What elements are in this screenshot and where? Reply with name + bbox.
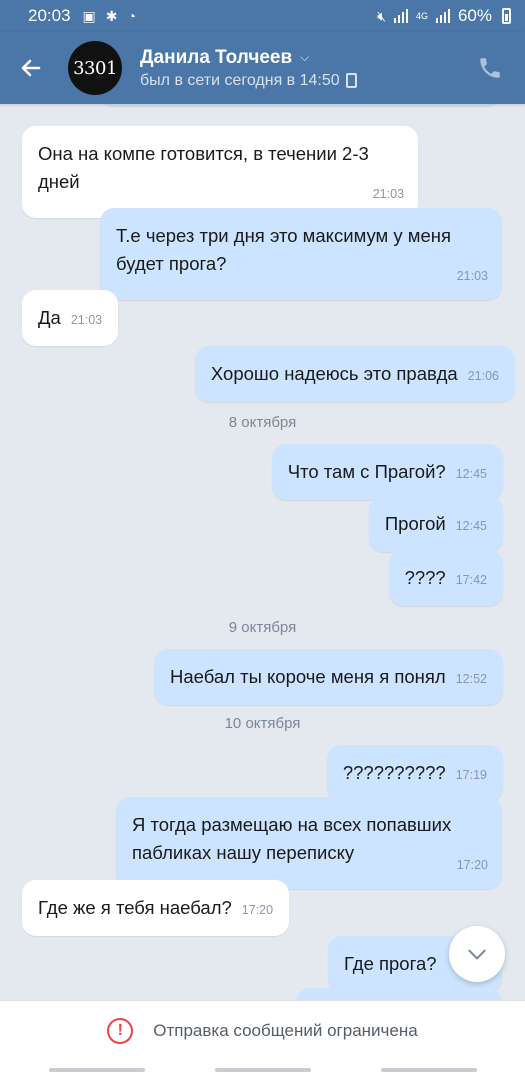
back-button[interactable] bbox=[0, 32, 62, 104]
chevron-down-icon bbox=[468, 949, 486, 960]
warning-circle-icon: ! bbox=[107, 1018, 134, 1044]
message-text: Где прога? bbox=[344, 953, 437, 974]
nav-back-handle[interactable] bbox=[48, 1068, 145, 1072]
message-bubble[interactable]: Она на компе готовится, в течении 2-3 дн… bbox=[22, 126, 418, 218]
message-text: Где же я тебя наебал? bbox=[38, 897, 232, 918]
message-text: Что там с Прагой? bbox=[287, 461, 446, 482]
nav-recent-handle[interactable] bbox=[380, 1068, 477, 1072]
arrow-left-icon bbox=[21, 59, 41, 77]
message-text: Наебал ты короче меня я понял bbox=[169, 666, 446, 687]
message-bubble[interactable]: Хорошо надеюсь это правда 21:06 bbox=[194, 346, 515, 402]
message-time: 21:03 bbox=[456, 269, 488, 283]
ok-icon: ✱ bbox=[105, 7, 118, 24]
message-time: 17:19 bbox=[455, 768, 487, 782]
message-time: 12:45 bbox=[455, 467, 487, 481]
message-time: 17:42 bbox=[455, 573, 487, 587]
message-time: 21:06 bbox=[467, 369, 499, 383]
chevron-down-icon: ⌵ bbox=[300, 50, 310, 64]
gallery-icon: ▣ bbox=[82, 7, 96, 24]
peer-last-seen: был в сети сегодня в 14:50 bbox=[140, 71, 340, 89]
message-bubble[interactable]: Наебал ты короче меня я понял 12:52 bbox=[153, 649, 503, 705]
status-right: 🔇︎ 4G 60% bbox=[377, 6, 511, 26]
message-bubble[interactable]: ?????????? 17:19 bbox=[326, 745, 503, 801]
message-text: ???? bbox=[404, 567, 446, 588]
composer-restricted: ! Отправка сообщений ограничена bbox=[0, 1000, 525, 1080]
message-bubble[interactable]: Да 21:03 bbox=[22, 290, 119, 346]
message-bubble[interactable]: ???? 17:42 bbox=[388, 550, 503, 606]
signal-icon-2 bbox=[435, 9, 450, 23]
avatar[interactable]: 3301 bbox=[68, 41, 122, 95]
message-text: Да bbox=[38, 307, 61, 328]
signal-icon bbox=[393, 9, 408, 23]
message-bubble[interactable]: Где же я тебя наебал? 17:20 bbox=[22, 880, 290, 936]
message-text: Т.е через три дня это максимум у меня бу… bbox=[116, 225, 452, 274]
message-bubble[interactable]: Что там с Прагой? 12:45 bbox=[271, 444, 503, 500]
message-bubble[interactable]: Прогой 12:45 bbox=[368, 496, 503, 552]
message-text: Хорошо надеюсь это правда bbox=[210, 363, 458, 384]
nav-home-handle[interactable] bbox=[214, 1068, 311, 1072]
message-text: Я тогда размещаю на всех попавших паблик… bbox=[132, 814, 452, 863]
message-bubble[interactable]: Т.е через три дня это максимум у меня бу… bbox=[100, 208, 502, 300]
message-time: 17:20 bbox=[456, 858, 488, 872]
message-time: 12:52 bbox=[455, 672, 487, 686]
battery-icon bbox=[502, 8, 511, 24]
battery-level: 60% bbox=[457, 6, 492, 25]
mute-icon: 🔇︎ bbox=[377, 7, 386, 24]
message-text: ?????????? bbox=[342, 762, 446, 783]
date-separator: 10 октября bbox=[224, 715, 301, 732]
app-icon: ◔ bbox=[127, 8, 136, 24]
message-text: Прогой bbox=[384, 513, 446, 534]
message-time: 17:20 bbox=[241, 903, 274, 917]
phone-call-button[interactable] bbox=[477, 55, 503, 81]
peer-name: Данила Толчеев bbox=[140, 46, 293, 68]
message-list[interactable]: Она на компе готовится, в течении 2-3 дн… bbox=[0, 104, 525, 1000]
restriction-text: Отправка сообщений ограничена bbox=[153, 1021, 418, 1040]
message-bubble[interactable]: Я тогда размещаю на всех попавших паблик… bbox=[116, 797, 502, 889]
message-time: 21:03 bbox=[70, 313, 103, 327]
date-separator: 8 октября bbox=[228, 414, 297, 431]
status-bar: 20:03 ▣ ✱ ◔ 🔇︎ 4G 60% bbox=[0, 0, 525, 32]
message-time: 12:45 bbox=[455, 519, 487, 533]
message-text: Она на компе готовится, в течении 2-3 дн… bbox=[38, 143, 369, 192]
network-type: 4G bbox=[415, 10, 428, 21]
message-bubble-partial[interactable] bbox=[100, 104, 500, 106]
message-bubble-partial[interactable] bbox=[296, 988, 502, 1000]
mobile-device-icon bbox=[345, 73, 357, 88]
scroll-down-button[interactable] bbox=[449, 926, 505, 982]
status-time: 20:03 bbox=[28, 6, 71, 25]
peer-info[interactable]: Данила Толчеев ⌵ был в сети сегодня в 14… bbox=[140, 47, 357, 90]
system-navbar bbox=[0, 1068, 525, 1072]
message-time: 21:03 bbox=[372, 187, 404, 201]
chat-header: 3301 Данила Толчеев ⌵ был в сети сегодня… bbox=[0, 32, 525, 104]
date-separator: 9 октября bbox=[228, 619, 297, 636]
